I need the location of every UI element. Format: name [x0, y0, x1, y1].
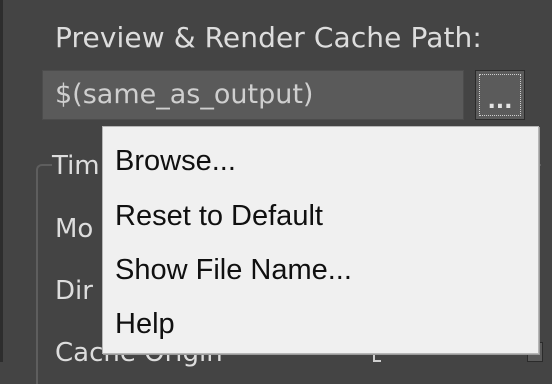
- cache-path-label: Preview & Render Cache Path:: [55, 21, 482, 54]
- window-frame-left: [0, 0, 3, 362]
- browse-path-button-label: ...: [487, 89, 513, 114]
- menu-item-reset-to-default[interactable]: Reset to Default: [103, 193, 538, 239]
- menu-item-browse[interactable]: Browse...: [103, 138, 538, 184]
- cache-path-input[interactable]: $(same_as_output): [42, 70, 464, 120]
- menu-item-show-file-name[interactable]: Show File Name...: [103, 247, 538, 293]
- mode-label: Mo: [55, 214, 94, 244]
- cache-path-value: $(same_as_output): [55, 79, 314, 110]
- browse-path-button[interactable]: ...: [475, 70, 525, 120]
- context-menu: Browse... Reset to Default Show File Nam…: [102, 126, 539, 354]
- groupbox-title: Tim: [52, 150, 104, 182]
- menu-item-help[interactable]: Help: [103, 301, 538, 347]
- directory-label: Dir: [55, 276, 93, 306]
